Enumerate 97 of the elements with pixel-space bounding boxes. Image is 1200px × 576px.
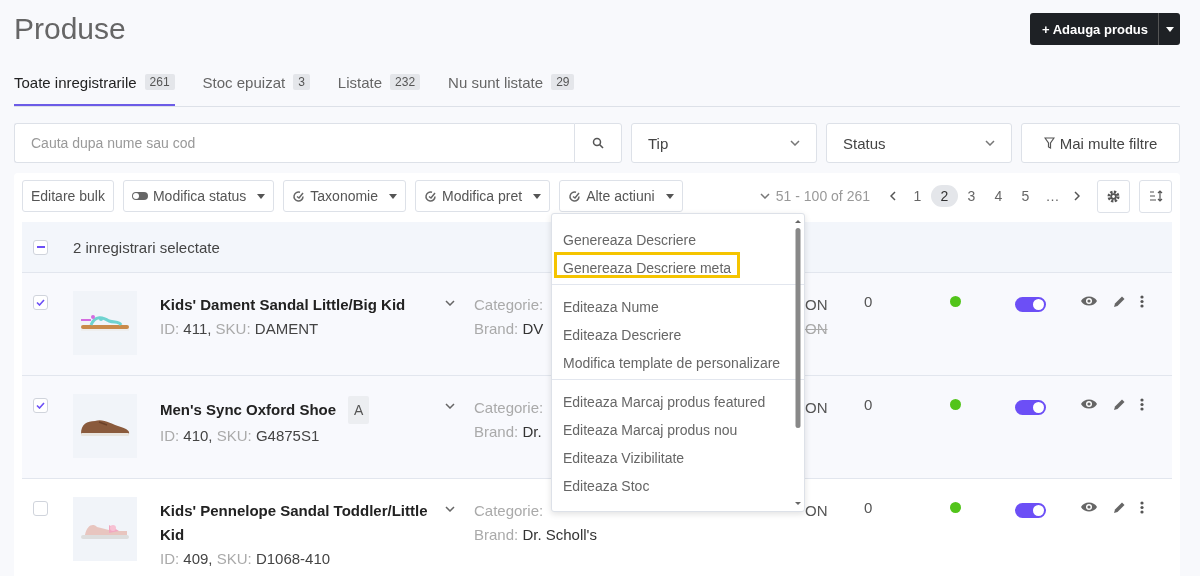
view-icon[interactable] <box>1080 501 1098 513</box>
menu-item[interactable]: Modifica template de personalizare <box>554 347 790 373</box>
tab[interactable]: Stoc epuizat 3 <box>202 72 310 106</box>
settings-button[interactable] <box>1097 179 1130 213</box>
checkbox[interactable] <box>33 501 48 516</box>
toolbar-button[interactable]: Taxonomie <box>283 180 406 212</box>
caret-icon <box>389 193 397 199</box>
chevron-down-icon <box>759 193 770 199</box>
menu-item[interactable]: Editeaza Nume <box>554 291 668 317</box>
page-title: Produse <box>14 12 126 46</box>
check-icon <box>36 402 45 409</box>
stock-count: 0 <box>864 293 873 310</box>
checkbox[interactable] <box>33 295 48 310</box>
more-icon[interactable] <box>1140 295 1144 308</box>
sort-icon <box>1148 190 1163 202</box>
page-button[interactable]: 1 <box>904 185 931 207</box>
chevron-down-icon <box>985 140 995 146</box>
tab[interactable]: Toate inregistrarile 261 <box>14 72 175 106</box>
check-circle-icon <box>568 189 582 203</box>
more-icon[interactable] <box>1140 501 1144 514</box>
toolbar-button[interactable]: Editare bulk <box>22 180 114 212</box>
menu-item[interactable]: Editeaza Marcaj produs featured <box>554 386 775 412</box>
menu-item[interactable]: Editeaza Marcaj produs nou <box>554 414 747 440</box>
product-id: ID: 409, SKU: D1068-410 <box>160 549 332 569</box>
count-badge: 3 <box>293 74 310 90</box>
search-icon <box>592 137 604 149</box>
sort-button[interactable] <box>1139 179 1172 213</box>
caret-icon <box>257 193 266 199</box>
stock-count: 0 <box>864 396 873 413</box>
price: ON <box>805 398 828 418</box>
tab[interactable]: Nu sunt listate 29 <box>448 72 575 106</box>
toolbar-button[interactable]: Modifica pret <box>415 180 551 212</box>
toggle-icon <box>131 192 148 200</box>
menu-item[interactable]: Genereaza Descriere <box>554 224 706 250</box>
menu-item[interactable]: Editeaza Vizibilitate <box>554 442 694 468</box>
minus-icon <box>36 246 45 248</box>
price: ON <box>805 295 828 315</box>
old-price: ON <box>805 319 828 339</box>
caret-icon <box>665 193 674 199</box>
price: ON <box>805 501 828 521</box>
stock-count: 0 <box>864 499 873 516</box>
select-field[interactable]: Tip <box>631 123 817 163</box>
menu-item[interactable]: Editeaza Descriere <box>554 319 691 345</box>
expand-icon <box>445 403 455 409</box>
tab[interactable]: Listate 232 <box>337 72 421 106</box>
checkbox[interactable] <box>33 398 48 413</box>
toolbar-button[interactable]: Alte actiuni <box>559 180 683 212</box>
menu-item[interactable]: Genereaza Descriere meta <box>554 252 741 278</box>
product-id: ID: 411, SKU: DAMENT <box>160 319 320 339</box>
menu-item[interactable]: Editeaza Stoc <box>554 470 659 496</box>
checkbox[interactable] <box>33 239 48 255</box>
filter-button[interactable]: Mai multe filtre <box>1021 123 1180 163</box>
category-label: Categorie: <box>474 295 544 315</box>
caret-icon <box>1165 26 1174 32</box>
expand-icon <box>445 300 455 306</box>
product-brand: Brand: DV <box>474 319 544 339</box>
edit-icon[interactable] <box>1112 501 1126 515</box>
check-circle-icon <box>424 189 437 203</box>
page-range: 51 - 100 of 261 <box>775 188 870 204</box>
view-icon[interactable] <box>1080 295 1098 307</box>
search-field[interactable]: Cauta dupa nume sau cod <box>14 123 574 163</box>
product-name: Kids' Dament Sandal Little/Big Kid <box>160 295 406 315</box>
chevron-right-icon <box>1074 191 1080 201</box>
view-icon[interactable] <box>1080 398 1098 410</box>
category-label: Categorie: <box>474 398 544 418</box>
page-button[interactable]: … <box>1039 185 1066 207</box>
product-brand: Brand: Dr. <box>474 422 542 442</box>
expand-icon <box>445 506 455 512</box>
category-label: Categorie: <box>474 501 544 521</box>
filter-icon <box>1043 137 1055 149</box>
toolbar-button[interactable]: Modifica status <box>122 180 275 212</box>
count-badge: 232 <box>390 74 421 90</box>
toggle-switch[interactable] <box>1015 400 1046 415</box>
more-icon[interactable] <box>1140 398 1144 411</box>
count-badge: 29 <box>551 74 575 90</box>
toggle-switch[interactable] <box>1015 503 1046 518</box>
product-id: ID: 410, SKU: G4875S1 <box>160 426 321 446</box>
product-name: Kids' Pennelope Sandal Toddler/Little Kid <box>160 501 429 545</box>
toggle-switch[interactable] <box>1015 297 1046 312</box>
select-field[interactable]: Status <box>826 123 1012 163</box>
chevron-down-icon <box>790 140 800 146</box>
page-button[interactable]: 4 <box>985 185 1012 207</box>
product-brand: Brand: Dr. Scholl's <box>474 525 597 545</box>
selection-count: 2 inregistrari selectate <box>73 238 220 256</box>
check-circle-icon <box>292 189 306 203</box>
page-button[interactable]: 3 <box>958 185 985 207</box>
caret-icon <box>533 193 542 199</box>
page-button[interactable]: 2 <box>931 185 958 207</box>
chevron-left-icon <box>890 191 896 201</box>
check-icon <box>36 299 45 306</box>
settings-icon <box>1107 189 1120 203</box>
product-badge: A <box>348 396 370 424</box>
edit-icon[interactable] <box>1112 295 1126 309</box>
product-name: Men's Sync Oxford Shoe <box>160 400 337 420</box>
count-badge: 261 <box>144 74 175 90</box>
edit-icon[interactable] <box>1112 398 1126 412</box>
page-button[interactable]: 5 <box>1012 185 1039 207</box>
